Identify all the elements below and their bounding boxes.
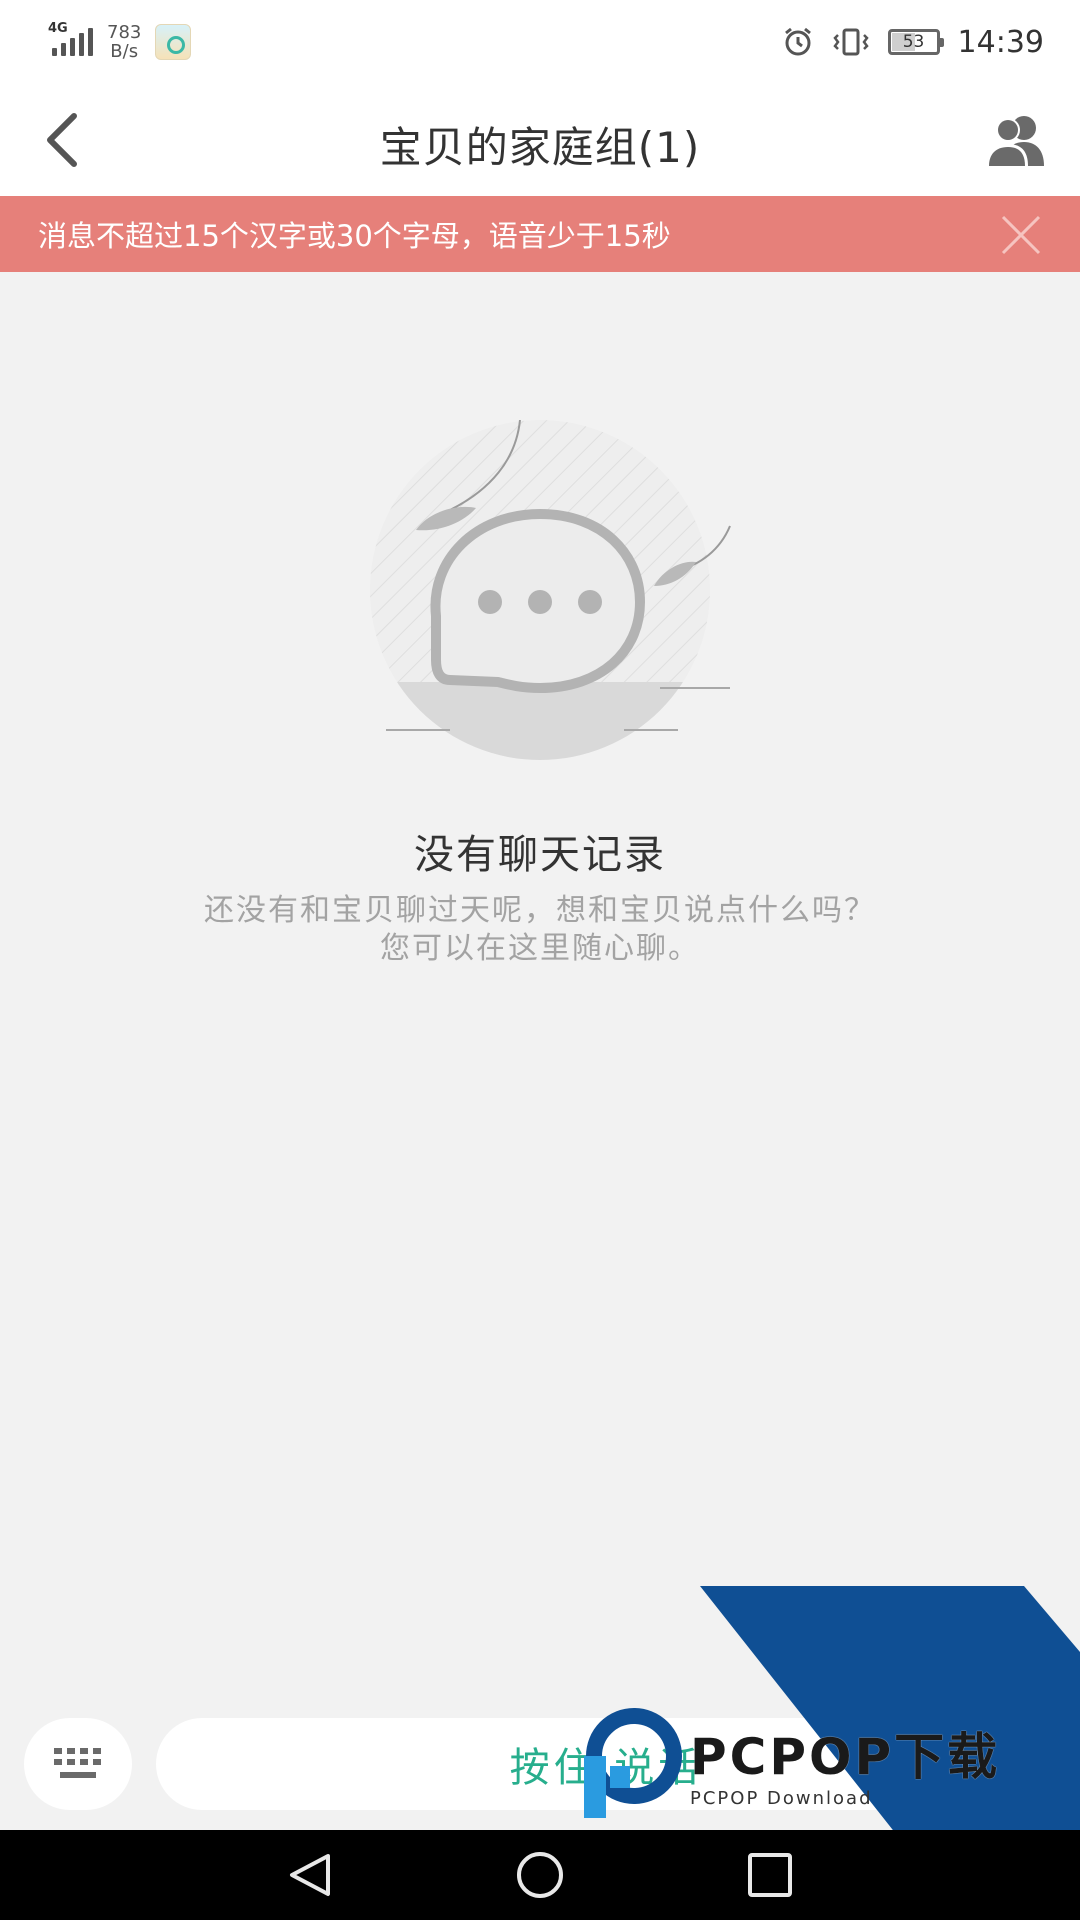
keyboard-icon <box>54 1748 101 1778</box>
nav-back-icon <box>290 1854 330 1896</box>
clock: 14:39 <box>957 24 1044 60</box>
battery-level: 53 <box>902 32 925 52</box>
net-speed-value: 783 <box>107 22 142 43</box>
status-bar: 4G 783 B/s 53 14:39 <box>0 0 1080 84</box>
net-speed: 783 B/s <box>107 23 141 61</box>
alarm-icon <box>784 27 811 56</box>
vibrate-icon <box>832 28 869 56</box>
notice-banner: 消息不超过15个汉字或30个字母，语音少于15秒 <box>0 196 1080 272</box>
keyboard-toggle-button[interactable] <box>24 1718 132 1810</box>
system-nav-bar <box>0 1830 1080 1920</box>
battery-icon: 53 <box>887 29 944 55</box>
app-notification-icon <box>155 24 192 60</box>
nav-home-button[interactable] <box>512 1850 568 1900</box>
watermark-subtitle: PCPOP Download <box>690 1788 873 1809</box>
nav-home-icon <box>517 1852 563 1898</box>
watermark-brand: PCPOP下载 <box>690 1728 1001 1786</box>
empty-state-description: 还没有和宝贝聊过天呢，想和宝贝说点什么吗？ 您可以在这里随心聊。 <box>0 892 1080 968</box>
empty-state-line-1: 还没有和宝贝聊过天呢，想和宝贝说点什么吗？ <box>204 893 876 928</box>
notice-text: 消息不超过15个汉字或30个字母，语音少于15秒 <box>38 219 671 253</box>
header: 宝贝的家庭组(1) <box>0 84 1080 196</box>
group-members-button[interactable] <box>980 112 1050 168</box>
empty-state-title: 没有聊天记录 <box>414 832 666 878</box>
empty-state-line-2: 您可以在这里随心聊。 <box>380 931 700 966</box>
signal-icon: 4G <box>48 22 93 56</box>
group-members-icon <box>986 116 1044 166</box>
network-type: 4G <box>48 21 68 36</box>
nav-back-button[interactable] <box>282 1850 338 1900</box>
empty-chat-illustration <box>370 420 731 760</box>
status-left: 4G 783 B/s <box>48 22 192 61</box>
notice-close-button[interactable] <box>1000 214 1042 256</box>
pcpop-logo-icon <box>584 1708 682 1818</box>
nav-recents-button[interactable] <box>742 1850 798 1900</box>
status-right: 53 14:39 <box>782 25 1044 60</box>
page-title: 宝贝的家庭组(1) <box>379 123 701 172</box>
close-icon <box>1001 215 1041 255</box>
net-speed-unit: B/s <box>110 41 139 62</box>
nav-recents-icon <box>748 1853 792 1897</box>
